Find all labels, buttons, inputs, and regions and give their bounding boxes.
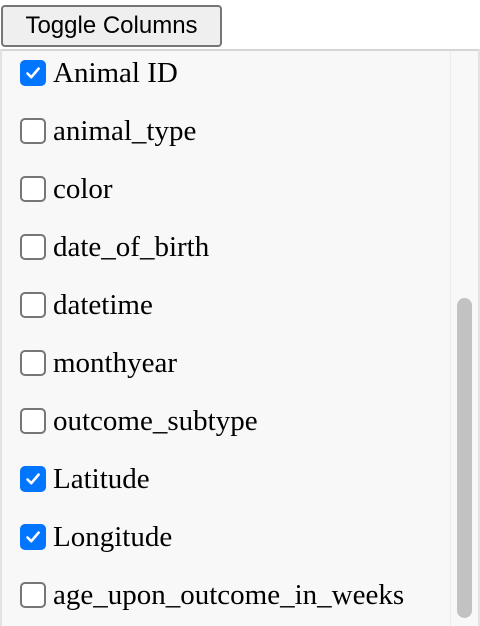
column-option-age-upon-outcome-in-weeks[interactable]: age_upon_outcome_in_weeks [20, 573, 404, 617]
checkmark-icon [26, 67, 40, 79]
checkbox[interactable] [20, 234, 46, 260]
column-option-datetime[interactable]: datetime [20, 283, 153, 327]
column-option-label: outcome_subtype [53, 404, 258, 437]
checkmark-icon [26, 531, 40, 543]
column-option-label: Animal ID [53, 56, 178, 89]
checkbox-checked[interactable] [20, 524, 46, 550]
column-option-monthyear[interactable]: monthyear [20, 341, 177, 385]
column-option-latitude[interactable]: Latitude [20, 457, 150, 501]
checkbox-checked[interactable] [20, 60, 46, 86]
column-option-label: datetime [53, 288, 153, 321]
column-option-date-of-birth[interactable]: date_of_birth [20, 225, 209, 269]
scrollbar-thumb[interactable] [457, 298, 472, 618]
column-list: Animal ID animal_type color date_of_birt… [2, 51, 452, 626]
column-option-outcome-subtype[interactable]: outcome_subtype [20, 399, 258, 443]
checkbox[interactable] [20, 292, 46, 318]
column-option-color[interactable]: color [20, 167, 113, 211]
checkmark-icon [26, 473, 40, 485]
column-option-animal-type[interactable]: animal_type [20, 109, 196, 153]
column-option-label: animal_type [53, 114, 197, 147]
checkbox-checked[interactable] [20, 466, 46, 492]
column-option-animal-id[interactable]: Animal ID [20, 51, 178, 95]
checkbox[interactable] [20, 176, 46, 202]
checkbox[interactable] [20, 408, 46, 434]
vertical-scrollbar[interactable] [450, 51, 478, 626]
column-option-label: age_upon_outcome_in_weeks [53, 578, 405, 611]
column-toggle-panel: Animal ID animal_type color date_of_birt… [0, 49, 480, 626]
column-option-label: Latitude [53, 462, 150, 495]
column-option-label: monthyear [53, 346, 178, 379]
checkbox[interactable] [20, 350, 46, 376]
column-option-label: Longitude [53, 520, 173, 553]
column-option-label: date_of_birth [53, 230, 210, 263]
checkbox[interactable] [20, 582, 46, 608]
column-option-label: color [53, 172, 113, 205]
toggle-columns-button[interactable]: Toggle Columns [1, 5, 222, 47]
column-option-longitude[interactable]: Longitude [20, 515, 172, 559]
checkbox[interactable] [20, 118, 46, 144]
